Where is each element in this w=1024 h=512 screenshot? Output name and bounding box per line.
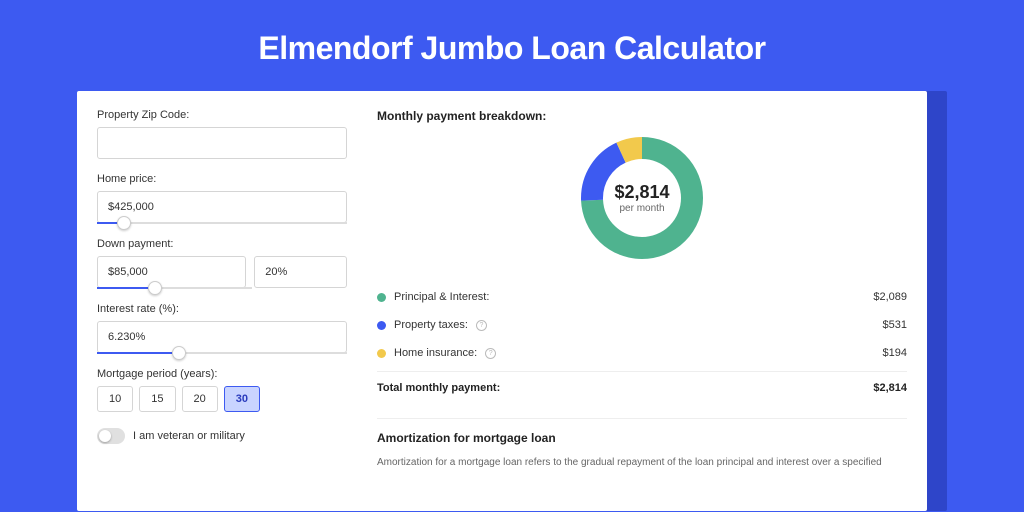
down-payment-slider[interactable] xyxy=(97,287,252,289)
period-field: Mortgage period (years): 10 15 20 30 xyxy=(97,368,347,412)
down-payment-label: Down payment: xyxy=(97,238,347,250)
page-title: Elmendorf Jumbo Loan Calculator xyxy=(0,0,1024,91)
down-payment-pct-input[interactable] xyxy=(254,256,347,288)
form-panel: Property Zip Code: Home price: Down paym… xyxy=(97,109,347,493)
veteran-toggle[interactable] xyxy=(97,428,125,444)
total-value: $2,814 xyxy=(873,382,907,394)
down-payment-slider-thumb[interactable] xyxy=(148,281,162,295)
rate-field: Interest rate (%): xyxy=(97,303,347,354)
period-20[interactable]: 20 xyxy=(182,386,218,412)
zip-label: Property Zip Code: xyxy=(97,109,347,121)
breakdown-label: Property taxes: xyxy=(394,319,468,331)
dot-icon xyxy=(377,349,386,358)
home-price-slider[interactable] xyxy=(97,222,347,224)
calculator-card: Property Zip Code: Home price: Down paym… xyxy=(77,91,927,511)
period-options: 10 15 20 30 xyxy=(97,386,347,412)
period-10[interactable]: 10 xyxy=(97,386,133,412)
info-icon[interactable]: ? xyxy=(476,320,487,331)
zip-input[interactable] xyxy=(97,127,347,159)
rate-input[interactable] xyxy=(97,321,347,353)
amortization-text: Amortization for a mortgage loan refers … xyxy=(377,455,907,470)
veteran-row: I am veteran or military xyxy=(97,428,347,444)
breakdown-title: Monthly payment breakdown: xyxy=(377,109,907,123)
results-panel: Monthly payment breakdown: $2,814 per mo… xyxy=(377,109,907,493)
breakdown-value: $194 xyxy=(883,347,907,359)
breakdown-value: $2,089 xyxy=(873,291,907,303)
card-shadow: Property Zip Code: Home price: Down paym… xyxy=(77,91,947,511)
donut-amount: $2,814 xyxy=(614,182,669,203)
divider xyxy=(377,418,907,419)
total-row: Total monthly payment: $2,814 xyxy=(377,371,907,404)
home-price-slider-thumb[interactable] xyxy=(117,216,131,230)
home-price-input[interactable] xyxy=(97,191,347,223)
period-label: Mortgage period (years): xyxy=(97,368,347,380)
info-icon[interactable]: ? xyxy=(485,348,496,359)
veteran-label: I am veteran or military xyxy=(133,430,245,442)
rate-slider-thumb[interactable] xyxy=(172,346,186,360)
breakdown-value: $531 xyxy=(883,319,907,331)
amortization-title: Amortization for mortgage loan xyxy=(377,431,907,445)
dot-icon xyxy=(377,293,386,302)
breakdown-row-insurance: Home insurance: ? $194 xyxy=(377,339,907,367)
period-30[interactable]: 30 xyxy=(224,386,260,412)
total-label: Total monthly payment: xyxy=(377,382,500,394)
down-payment-input[interactable] xyxy=(97,256,246,288)
rate-slider[interactable] xyxy=(97,352,347,354)
down-payment-field: Down payment: xyxy=(97,238,347,289)
donut-chart: $2,814 per month xyxy=(577,133,707,263)
breakdown-row-principal: Principal & Interest: $2,089 xyxy=(377,283,907,311)
breakdown-row-taxes: Property taxes: ? $531 xyxy=(377,311,907,339)
period-15[interactable]: 15 xyxy=(139,386,175,412)
donut-wrap: $2,814 per month xyxy=(377,133,907,263)
breakdown-label: Home insurance: xyxy=(394,347,477,359)
home-price-field: Home price: xyxy=(97,173,347,224)
donut-sub: per month xyxy=(619,203,664,214)
zip-field: Property Zip Code: xyxy=(97,109,347,159)
breakdown-label: Principal & Interest: xyxy=(394,291,489,303)
dot-icon xyxy=(377,321,386,330)
rate-label: Interest rate (%): xyxy=(97,303,347,315)
home-price-label: Home price: xyxy=(97,173,347,185)
donut-center: $2,814 per month xyxy=(577,133,707,263)
